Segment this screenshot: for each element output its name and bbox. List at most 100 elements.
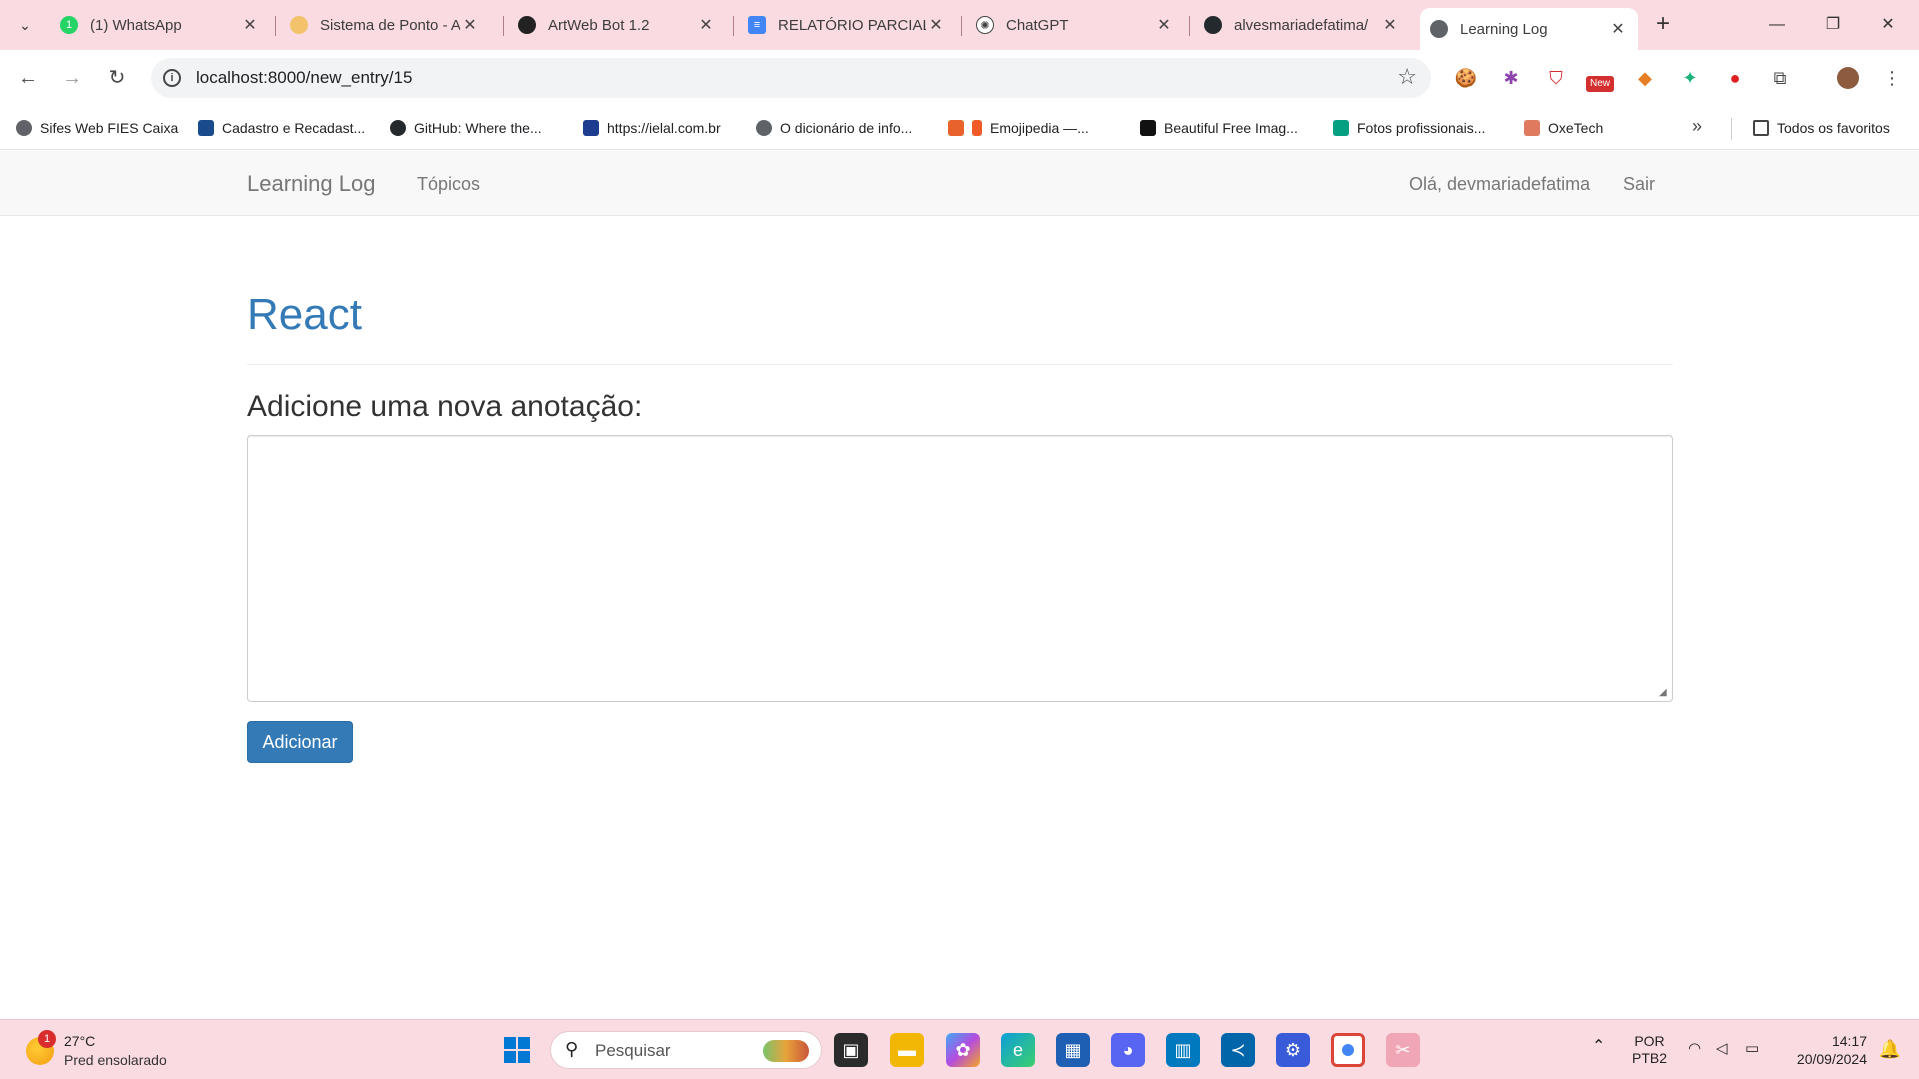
bookmark-emojipedia[interactable]: Emojipedia —... bbox=[948, 118, 1089, 138]
wifi-icon[interactable]: ◠ bbox=[1688, 1040, 1701, 1057]
close-icon[interactable]: ✕ bbox=[1608, 19, 1628, 39]
weather-description[interactable]: Pred ensolarado bbox=[64, 1052, 167, 1068]
bookmarks-bar: Sifes Web FIES Caixa Cadastro e Recadast… bbox=[0, 106, 1919, 150]
tab-title: Learning Log bbox=[1460, 20, 1548, 38]
nav-user-greeting[interactable]: Olá, devmariadefatima bbox=[1409, 174, 1590, 195]
snipping-tool-icon[interactable]: ✂ bbox=[1386, 1033, 1420, 1067]
tab-title: alvesmariadefatima/ bbox=[1234, 16, 1369, 34]
bookmark-label: Fotos profissionais... bbox=[1357, 120, 1486, 136]
bookmark-sifes[interactable]: Sifes Web FIES Caixa bbox=[16, 118, 178, 138]
tab-separator bbox=[275, 16, 276, 36]
bookmark-pexels[interactable]: Fotos profissionais... bbox=[1333, 118, 1485, 138]
forward-arrow-icon[interactable]: → bbox=[56, 62, 88, 94]
close-icon[interactable]: ✕ bbox=[926, 15, 946, 35]
oxetech-icon bbox=[1524, 120, 1540, 136]
url-text[interactable]: localhost:8000/new_entry/15 bbox=[196, 68, 412, 88]
edge-browser-icon[interactable]: e bbox=[1001, 1033, 1035, 1067]
github-icon bbox=[1204, 16, 1222, 34]
clock-date: 20/09/2024 bbox=[1796, 1051, 1867, 1067]
bookmark-star-icon[interactable]: ☆ bbox=[1397, 64, 1417, 90]
bookmark-dicionario[interactable]: O dicionário de info... bbox=[756, 118, 912, 138]
metamask-fox-icon[interactable]: ◆ bbox=[1631, 64, 1659, 92]
reload-icon[interactable]: ↻ bbox=[101, 62, 133, 94]
new-tab-button[interactable]: + bbox=[1649, 11, 1677, 39]
task-view-icon[interactable]: ▣ bbox=[834, 1033, 868, 1067]
address-bar[interactable]: i localhost:8000/new_entry/15 ☆ bbox=[151, 58, 1431, 98]
docs-icon: ≡ bbox=[748, 16, 766, 34]
folder-icon bbox=[1753, 120, 1769, 136]
tab-separator bbox=[503, 16, 504, 36]
navbar-brand-link[interactable]: Learning Log bbox=[247, 171, 375, 197]
opera-extension-icon[interactable]: ● bbox=[1721, 64, 1749, 92]
weather-temperature[interactable]: 27°C bbox=[64, 1033, 95, 1049]
tab-search-chevron-icon[interactable]: ⌄ bbox=[10, 10, 40, 40]
emojipedia-mark-icon bbox=[972, 120, 982, 136]
trello-icon[interactable]: ▥ bbox=[1166, 1033, 1200, 1067]
tab-sistema-ponto[interactable]: Sistema de Ponto - A ✕ bbox=[280, 8, 490, 42]
search-highlight-art bbox=[763, 1040, 809, 1062]
battery-icon[interactable]: ▭ bbox=[1745, 1040, 1759, 1057]
windows-taskbar: 1 27°C Pred ensolarado ⚲ Pesquisar ▣ ▬ ✿… bbox=[0, 1019, 1919, 1079]
gear-extension-icon[interactable]: ✱ bbox=[1497, 64, 1525, 92]
taskbar-search-box[interactable]: ⚲ Pesquisar bbox=[550, 1031, 822, 1069]
tab-chatgpt[interactable]: ✺ ChatGPT ✕ bbox=[966, 8, 1184, 42]
language-indicator[interactable]: POR PTB2 bbox=[1632, 1033, 1667, 1067]
tab-title: ChatGPT bbox=[1006, 16, 1069, 34]
chrome-browser-icon[interactable] bbox=[1331, 1033, 1365, 1067]
cookie-extension-icon[interactable]: 🍪 bbox=[1452, 64, 1480, 92]
tab-github-repo[interactable]: alvesmariadefatima/ ✕ bbox=[1194, 8, 1410, 42]
close-icon[interactable]: ✕ bbox=[240, 15, 260, 35]
nav-link-sair[interactable]: Sair bbox=[1623, 174, 1655, 195]
topic-title-link[interactable]: React bbox=[247, 285, 1673, 345]
shield-extension-icon[interactable]: ⛉ bbox=[1542, 64, 1570, 92]
windows-start-icon[interactable] bbox=[500, 1033, 534, 1067]
tab-separator bbox=[733, 16, 734, 36]
copilot-icon[interactable]: ✿ bbox=[946, 1033, 980, 1067]
close-icon[interactable]: ✕ bbox=[1380, 15, 1400, 35]
notification-bell-icon[interactable]: 🔔 bbox=[1879, 1039, 1901, 1060]
resize-grip-icon[interactable]: ◢ bbox=[1659, 688, 1669, 698]
tab-artweb-bot[interactable]: ArtWeb Bot 1.2 ✕ bbox=[508, 8, 726, 42]
entry-text-textarea[interactable]: ◢ bbox=[247, 435, 1673, 702]
file-explorer-icon[interactable]: ▬ bbox=[890, 1033, 924, 1067]
tab-title: ArtWeb Bot 1.2 bbox=[548, 16, 650, 34]
close-window-button[interactable]: ✕ bbox=[1868, 10, 1908, 40]
puzzle-extensions-icon[interactable]: ⧉ bbox=[1766, 64, 1794, 92]
settings-app-icon[interactable]: ⚙ bbox=[1276, 1033, 1310, 1067]
microsoft-store-icon[interactable]: ▦ bbox=[1056, 1033, 1090, 1067]
new-badge-extension-icon[interactable]: New bbox=[1586, 64, 1614, 92]
browser-toolbar: ← → ↻ i localhost:8000/new_entry/15 ☆ 🍪 … bbox=[0, 50, 1919, 106]
bookmark-unsplash[interactable]: Beautiful Free Imag... bbox=[1140, 118, 1298, 138]
close-icon[interactable]: ✕ bbox=[460, 15, 480, 35]
keyboard-layout: PTB2 bbox=[1632, 1050, 1668, 1066]
adicionar-button[interactable]: Adicionar bbox=[247, 721, 353, 763]
bookmark-oxetech[interactable]: OxeTech bbox=[1524, 118, 1603, 138]
tab-relatorio-parcial[interactable]: ≡ RELATÓRIO PARCIAL ✕ bbox=[738, 8, 956, 42]
tab-whatsapp[interactable]: 1 (1) WhatsApp ✕ bbox=[50, 8, 270, 42]
show-hidden-icons-chevron-icon[interactable]: ⌃ bbox=[1592, 1038, 1605, 1055]
chevron-double-right-icon[interactable]: » bbox=[1692, 116, 1702, 137]
extension-bird-icon[interactable]: ✦ bbox=[1676, 64, 1704, 92]
bookmark-cadastro[interactable]: Cadastro e Recadast... bbox=[198, 118, 365, 138]
system-clock[interactable]: 14:17 20/09/2024 bbox=[1797, 1032, 1867, 1068]
bookmark-ielal[interactable]: https://ielal.com.br bbox=[583, 118, 721, 138]
volume-icon[interactable]: ◁ bbox=[1716, 1040, 1728, 1057]
vscode-icon[interactable]: ≺ bbox=[1221, 1033, 1255, 1067]
close-icon[interactable]: ✕ bbox=[1154, 15, 1174, 35]
back-arrow-icon[interactable]: ← bbox=[12, 62, 44, 94]
minimize-button[interactable]: — bbox=[1757, 10, 1797, 40]
close-icon[interactable]: ✕ bbox=[696, 15, 716, 35]
language-code: POR bbox=[1634, 1033, 1665, 1049]
bookmark-label: Cadastro e Recadast... bbox=[222, 120, 366, 136]
discord-icon[interactable]: ◕ bbox=[1111, 1033, 1145, 1067]
all-bookmarks-folder[interactable]: Todos os favoritos bbox=[1753, 118, 1890, 138]
artweb-icon bbox=[518, 16, 536, 34]
bookmark-github[interactable]: GitHub: Where the... bbox=[390, 118, 542, 138]
restore-button[interactable]: ❐ bbox=[1813, 10, 1853, 40]
menu-kebab-icon[interactable]: ⋮ bbox=[1878, 64, 1906, 92]
site-info-icon[interactable]: i bbox=[163, 69, 181, 87]
hand-icon bbox=[290, 16, 308, 34]
nav-link-topicos[interactable]: Tópicos bbox=[417, 174, 480, 195]
tab-learning-log[interactable]: Learning Log ✕ bbox=[1420, 8, 1638, 50]
profile-avatar[interactable] bbox=[1834, 64, 1862, 92]
